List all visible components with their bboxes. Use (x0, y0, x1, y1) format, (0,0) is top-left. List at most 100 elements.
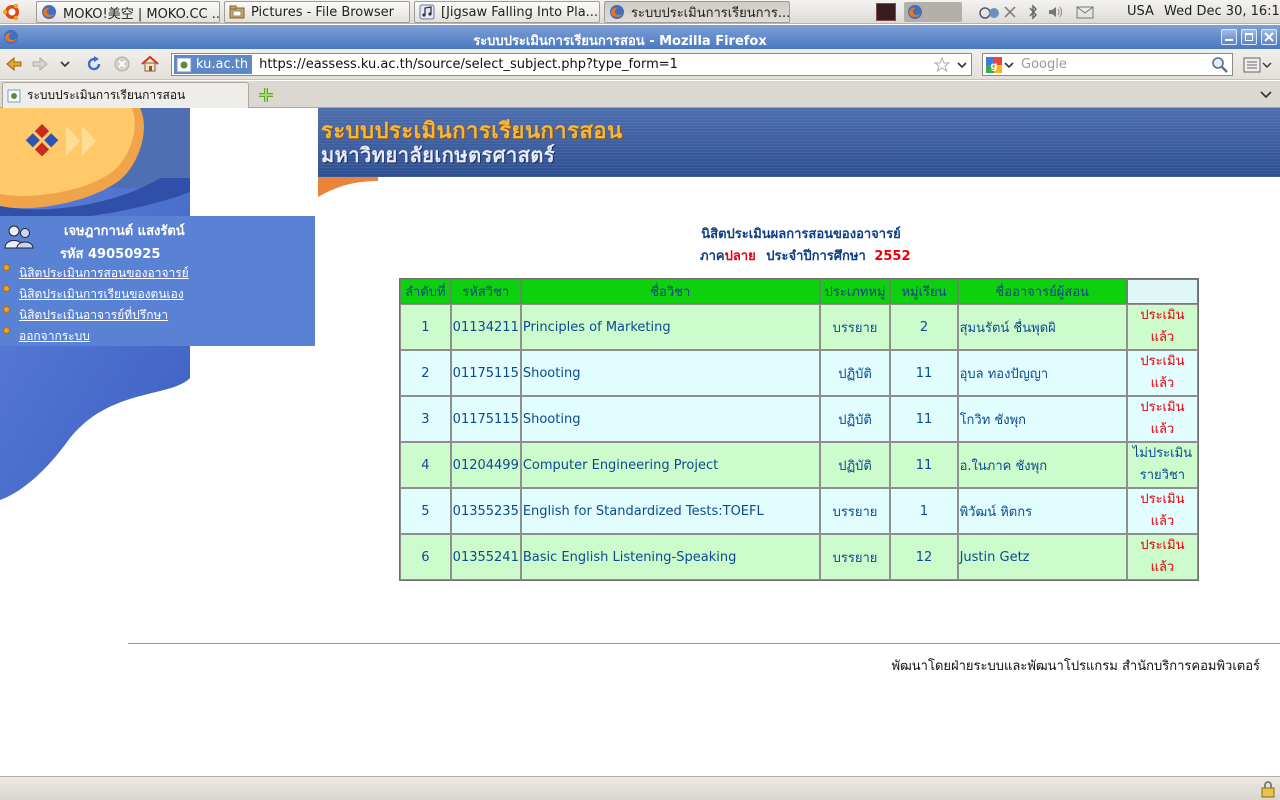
table-row: 2 01175115 Shooting ปฏิบัติ 11 อุบล ทองป… (400, 350, 1198, 396)
url-bar[interactable]: ku.ac.th https://eassess.ku.ac.th/source… (171, 53, 972, 76)
cell-type: ปฏิบัติ (819, 442, 891, 488)
plus-icon (259, 88, 273, 102)
table-row: 6 01355241 Basic English Listening-Speak… (400, 534, 1198, 580)
chevron-down-icon (1004, 61, 1014, 68)
site-favicon-icon (7, 89, 21, 102)
site-identity-button[interactable]: ku.ac.th (174, 55, 253, 74)
clock-text: Wed Dec 30, 16:11 (1164, 4, 1280, 19)
mail-icon[interactable] (1075, 4, 1095, 20)
taskbar-item-firefox-moko[interactable]: MOKO!美空 | MOKO.CC ... (36, 1, 220, 23)
user-student-id: รหัส 49050925 (60, 247, 161, 262)
bluetooth-icon[interactable] (1025, 4, 1041, 20)
footer-divider (128, 643, 1280, 644)
reload-icon (87, 56, 101, 71)
search-icon[interactable] (1211, 56, 1229, 74)
stop-button[interactable] (112, 54, 132, 74)
cell-type: ปฏิบัติ (819, 350, 891, 396)
taskbar-item-file-browser[interactable]: Pictures - File Browser (224, 1, 410, 23)
system-tray (979, 3, 1095, 21)
close-button[interactable] (1261, 29, 1277, 45)
new-tab-button[interactable] (256, 85, 276, 105)
cell-code: 01175115 (450, 350, 521, 396)
ubuntu-menu-icon[interactable] (1, 2, 23, 22)
google-icon: g (986, 56, 1002, 73)
panel-clock[interactable]: USA Wed Dec 30, 16:11 (1127, 4, 1280, 19)
chevron-down-icon[interactable] (955, 56, 969, 74)
cell-type: บรรยาย (819, 304, 891, 350)
cell-status: ประเมินแล้ว (1126, 534, 1198, 580)
minimize-button[interactable] (1221, 29, 1237, 45)
table-row: 5 01355235 English for Standardized Test… (400, 488, 1198, 534)
search-bar[interactable]: g (982, 53, 1233, 76)
cell-code: 01355235 (450, 488, 521, 534)
sidebar-link-logout[interactable]: ออกจากระบบ (19, 327, 90, 346)
tab-strip: ระบบประเมินการเรียนการสอน (0, 81, 1280, 108)
forward-arrow-icon (32, 56, 48, 72)
bullet-icon (3, 285, 10, 292)
keyboard-layout-indicator[interactable]: USA (1127, 4, 1154, 19)
site-identity-label: ku.ac.th (196, 57, 249, 72)
sidebar-link-advisor-assessment[interactable]: นิสิตประเมินอาจารย์ที่ปรึกษา (19, 306, 168, 325)
cell-status: ประเมินแล้ว (1126, 488, 1198, 534)
window-title-bar: ระบบประเมินการเรียนการสอน - Mozilla Fire… (0, 25, 1280, 49)
taskbar-item-music-player[interactable]: [Jigsaw Falling Into Pla... (414, 1, 600, 23)
banner-curve-decoration (318, 177, 378, 197)
volume-icon[interactable] (1047, 4, 1065, 20)
taskbar-item-label: ระบบประเมินการเรียนการ... (631, 5, 790, 21)
column-header-name: ชื่อวิชา (520, 279, 820, 304)
cell-section: 11 (890, 396, 958, 442)
column-header-no: ลำดับที่ (400, 279, 451, 304)
network-icon[interactable] (979, 4, 1019, 20)
home-button[interactable] (140, 54, 160, 74)
chevron-down-icon (1262, 62, 1272, 68)
launcher-area (876, 2, 962, 22)
cell-section: 2 (890, 304, 958, 350)
menu-button[interactable] (1242, 55, 1274, 75)
stop-icon (114, 56, 130, 72)
forward-button[interactable] (30, 54, 50, 74)
page-title: นิสิตประเมินผลการสอนของอาจารย์ (701, 227, 901, 242)
year-label: ประจำปีการศึกษา (766, 249, 866, 264)
terminal-launcher-icon[interactable] (876, 3, 896, 21)
search-engine-button[interactable]: g (985, 56, 1015, 74)
cell-status[interactable]: ไม่ประเมินรายวิชา (1126, 442, 1198, 488)
svg-text:g: g (990, 61, 997, 72)
cell-instructor: สุมนรัตน์ ชื่นพุดผิ (957, 304, 1127, 350)
window-title: ระบบประเมินการเรียนการสอน - Mozilla Fire… (473, 34, 767, 49)
reload-button[interactable] (84, 54, 104, 74)
lock-icon[interactable] (1260, 780, 1276, 798)
sidebar-link-teacher-assessment[interactable]: นิสิตประเมินการสอนของอาจารย์ (19, 264, 189, 283)
cell-subject-name: Shooting (520, 396, 820, 442)
tab-assessment[interactable]: ระบบประเมินการเรียนการสอน (2, 82, 249, 108)
taskbar-item-label: Pictures - File Browser (251, 4, 394, 20)
list-menu-icon (1243, 57, 1261, 73)
page-content: ระบบประเมินการเรียนการสอน มหาวิทยาลัยเกษ… (0, 108, 1280, 776)
taskbar-item-label: [Jigsaw Falling Into Pla... (441, 4, 599, 20)
sidebar-link-self-assessment[interactable]: นิสิตประเมินการเรียนของตนเอง (19, 285, 184, 304)
firefox-launcher-icon[interactable] (904, 2, 962, 22)
column-header-instructor: ชื่ออาจารย์ผู้สอน (957, 279, 1127, 304)
cell-no: 1 (400, 304, 451, 350)
footer-credit: พัฒนาโดยฝ่ายระบบและพัฒนาโปรแกรม สำนักบริ… (891, 659, 1260, 674)
firefox-icon (610, 5, 624, 19)
search-input[interactable] (1021, 57, 1196, 72)
tab-list-button[interactable] (1258, 85, 1274, 103)
bullet-icon (3, 306, 10, 313)
url-text[interactable]: https://eassess.ku.ac.th/source/select_s… (259, 57, 678, 72)
music-player-icon (419, 4, 435, 20)
navigation-toolbar: ku.ac.th https://eassess.ku.ac.th/source… (0, 49, 1280, 80)
back-button[interactable] (4, 54, 24, 74)
banner-subtitle: มหาวิทยาลัยเกษตรศาสตร์ (321, 143, 556, 167)
cell-subject-name: Shooting (520, 350, 820, 396)
column-header-status (1126, 279, 1198, 304)
history-dropdown-button[interactable] (58, 54, 72, 74)
cell-no: 4 (400, 442, 451, 488)
term-heading: ภาคปลาย ประจำปีการศึกษา 2552 (700, 245, 911, 266)
cell-code: 01204499 (450, 442, 521, 488)
cell-type: บรรยาย (819, 488, 891, 534)
maximize-button[interactable] (1241, 29, 1257, 45)
table-header-row: ลำดับที่ รหัสวิชา ชื่อวิชา ประเภทหมู่ หม… (400, 279, 1198, 304)
taskbar-item-firefox-assess[interactable]: ระบบประเมินการเรียนการ... (604, 1, 790, 23)
bookmark-star-icon[interactable] (933, 56, 951, 74)
chevron-down-icon (60, 61, 70, 68)
